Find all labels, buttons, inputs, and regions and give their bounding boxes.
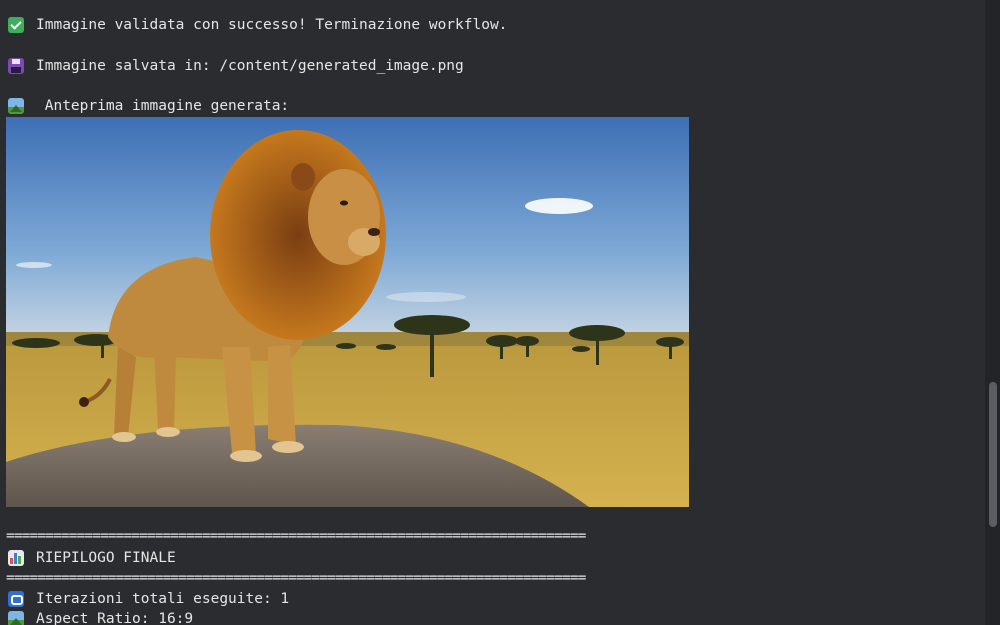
- scrollbar[interactable]: [985, 0, 1000, 625]
- summary-title-line: RIEPILOGO FINALE: [8, 548, 176, 568]
- separator-top: ========================================…: [6, 528, 586, 544]
- iterations-line: Iterazioni totali eseguite: 1: [8, 589, 289, 609]
- repeat-icon: [8, 591, 24, 607]
- preview-message: Anteprima immagine generata:: [36, 98, 290, 114]
- framed-picture-icon: [8, 611, 24, 625]
- floppy-disk-icon: [8, 58, 24, 74]
- generated-image-preview: [6, 117, 689, 507]
- summary-title: RIEPILOGO FINALE: [36, 550, 176, 566]
- scrollbar-thumb[interactable]: [989, 382, 997, 527]
- iterations-text: Iterazioni totali eseguite: 1: [36, 591, 290, 607]
- validated-line: Immagine validata con successo! Terminaz…: [8, 15, 507, 35]
- check-mark-icon: [8, 17, 24, 33]
- preview-line: Anteprima immagine generata:: [8, 96, 289, 116]
- framed-picture-icon: [8, 98, 24, 114]
- validated-message: Immagine validata con successo! Terminaz…: [36, 17, 508, 33]
- saved-message: Immagine salvata in: /content/generated_…: [36, 58, 464, 74]
- separator-bottom: ========================================…: [6, 570, 586, 586]
- bar-chart-icon: [8, 550, 24, 566]
- aspect-ratio-line: Aspect Ratio: 16:9: [8, 609, 193, 625]
- cell-output: Immagine validata con successo! Terminaz…: [0, 0, 985, 625]
- saved-line: Immagine salvata in: /content/generated_…: [8, 56, 464, 76]
- aspect-ratio-text: Aspect Ratio: 16:9: [36, 611, 194, 625]
